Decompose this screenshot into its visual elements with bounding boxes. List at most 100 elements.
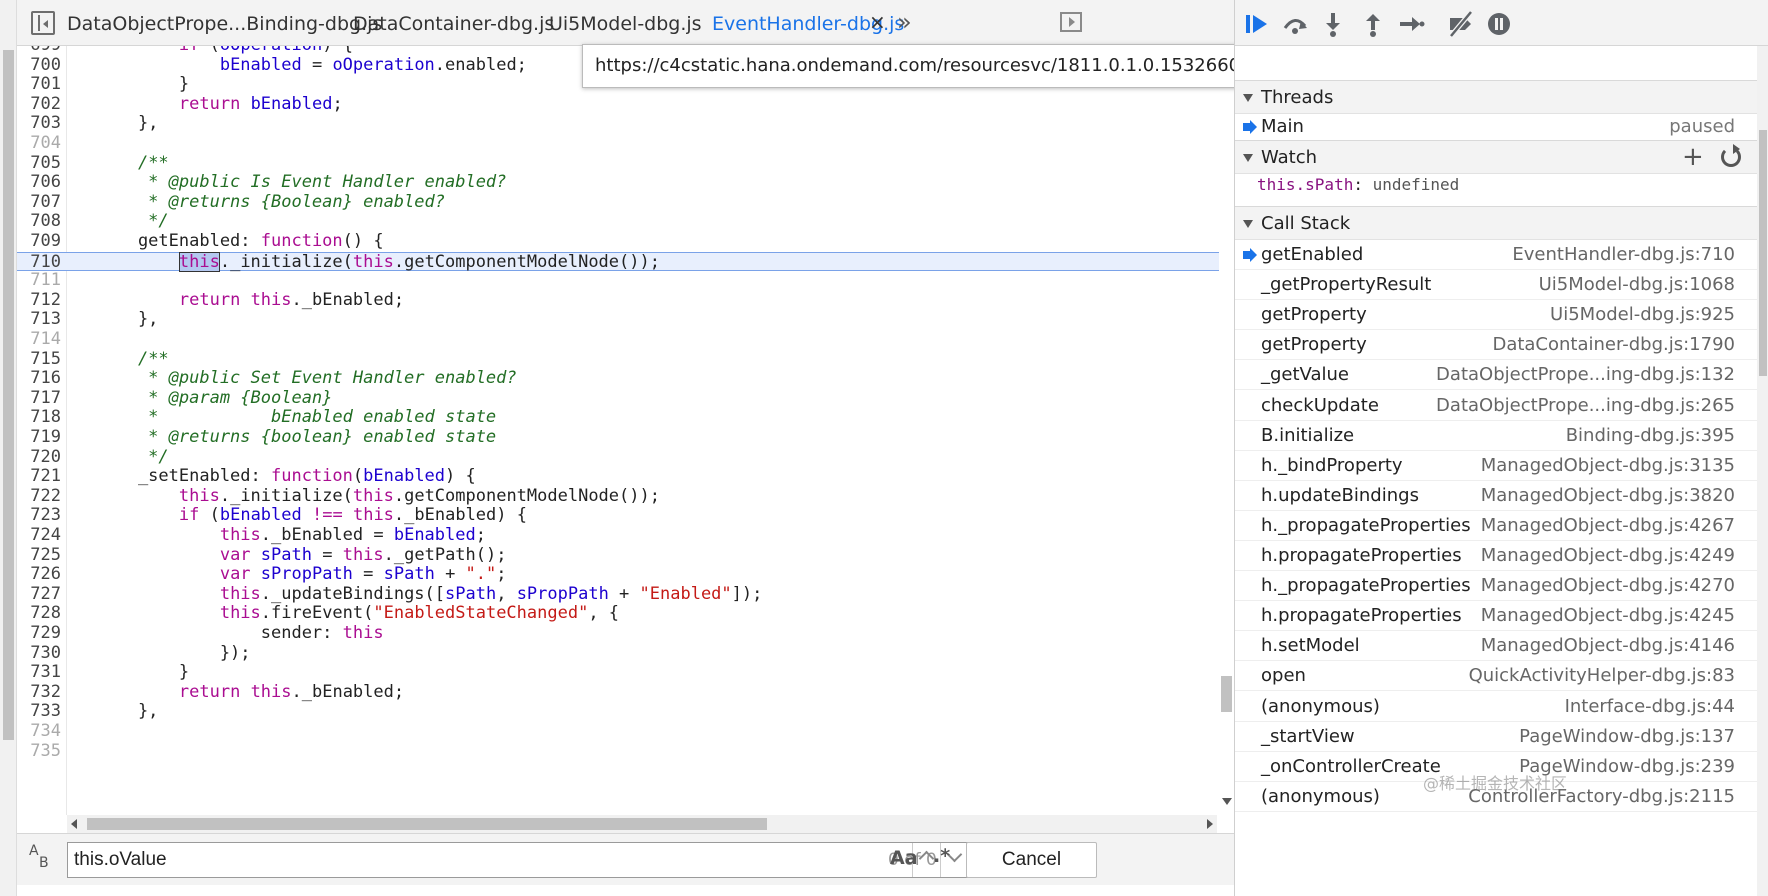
thread-row-main[interactable]: Main paused (1235, 112, 1757, 142)
scroll-left-arrow-icon[interactable] (71, 819, 77, 829)
line-number[interactable]: 703 (17, 114, 61, 134)
line-number[interactable]: 706 (17, 173, 61, 193)
call-frame[interactable]: h._propagateProperties ManagedObject-dbg.… (1235, 511, 1757, 541)
call-frame-location[interactable]: PageWindow-dbg.js:137 (1519, 722, 1735, 752)
step-icon[interactable] (1397, 10, 1425, 38)
code-line[interactable]: 724 this._bEnabled = bEnabled; (17, 525, 1234, 546)
toggle-debugger-sidebar-icon[interactable] (1060, 12, 1082, 32)
line-number[interactable]: 719 (17, 427, 61, 448)
call-frame[interactable]: h.setModel ManagedObject-dbg.js:4146 (1235, 631, 1757, 662)
call-frame-location[interactable]: Ui5Model-dbg.js:1068 (1539, 270, 1735, 300)
code-line[interactable]: 707 * @returns {Boolean} enabled? (17, 192, 1234, 213)
code-line[interactable]: 720 */ (17, 447, 1234, 468)
line-number[interactable]: 730 (17, 643, 61, 664)
line-number[interactable]: 728 (17, 604, 61, 624)
step-over-icon[interactable] (1281, 10, 1309, 38)
code-line[interactable]: 727 this._updateBindings([sPath, sPropPa… (17, 584, 1234, 605)
code-line[interactable]: 715 /** (17, 349, 1234, 370)
code-line[interactable]: 721 _setEnabled: function(bEnabled) { (17, 466, 1234, 487)
line-number[interactable]: 732 (17, 682, 61, 703)
call-frame[interactable]: (anonymous) Interface-dbg.js:44 (1235, 692, 1757, 722)
code-line[interactable]: 703 }, (17, 114, 1234, 134)
line-number[interactable]: 729 (17, 623, 61, 644)
call-frame-location[interactable]: DataObjectPrope...ing-dbg.js:132 (1436, 360, 1735, 390)
code-line[interactable]: 714 (17, 329, 1234, 350)
call-frame-location[interactable]: Ui5Model-dbg.js:925 (1550, 300, 1735, 330)
line-number[interactable]: 727 (17, 584, 61, 605)
line-number[interactable]: 702 (17, 94, 61, 115)
code-line[interactable]: 710 this._initialize(this.getComponentMo… (17, 251, 1234, 272)
line-number[interactable]: 715 (17, 349, 61, 370)
call-frame-location[interactable]: ManagedObject-dbg.js:4267 (1481, 511, 1735, 541)
match-case-button[interactable]: Aa (890, 847, 918, 869)
call-frame[interactable]: h.propagateProperties ManagedObject-dbg.j… (1235, 541, 1757, 571)
call-frame-location[interactable]: ManagedObject-dbg.js:3820 (1481, 481, 1735, 511)
watch-expression[interactable]: this.sPath: undefined (1257, 174, 1459, 196)
watch-pane-header[interactable]: Watch + (1235, 140, 1757, 174)
line-number[interactable]: 731 (17, 663, 61, 683)
line-number[interactable]: 713 (17, 310, 61, 330)
code-line[interactable]: 733 }, (17, 702, 1234, 722)
outer-scrollbar-thumb[interactable] (3, 50, 14, 740)
call-frame-location[interactable]: EventHandler-dbg.js:710 (1512, 240, 1735, 270)
line-number[interactable]: 708 (17, 212, 61, 232)
call-frame[interactable]: getProperty Ui5Model-dbg.js:925 (1235, 300, 1757, 331)
code-line[interactable]: 708 */ (17, 212, 1234, 232)
line-number[interactable]: 709 (17, 231, 61, 252)
cancel-search-button[interactable]: Cancel (966, 842, 1097, 878)
editor-vertical-scrollbar-thumb[interactable] (1221, 676, 1232, 712)
regex-button[interactable]: .* (933, 845, 950, 867)
code-line[interactable]: 704 (17, 133, 1234, 154)
editor-horizontal-scrollbar[interactable] (67, 815, 1217, 833)
call-frame-location[interactable]: ManagedObject-dbg.js:4245 (1481, 601, 1735, 631)
sidebar-scrollbar-thumb[interactable] (1759, 130, 1767, 376)
call-frame-location[interactable]: DataObjectPrope...ing-dbg.js:265 (1436, 391, 1735, 421)
scroll-right-arrow-icon[interactable] (1207, 819, 1213, 829)
threads-pane-header[interactable]: Threads (1235, 80, 1757, 114)
call-frame[interactable]: _getPropertyResult Ui5Model-dbg.js:1068 (1235, 270, 1757, 301)
call-frame[interactable]: h.propagateProperties ManagedObject-dbg.j… (1235, 601, 1757, 632)
call-frame[interactable]: B.initialize Binding-dbg.js:395 (1235, 421, 1757, 451)
call-frame-location[interactable]: Binding-dbg.js:395 (1566, 421, 1735, 451)
line-number[interactable]: 733 (17, 702, 61, 722)
code-line[interactable]: 732 return this._bEnabled; (17, 682, 1234, 703)
code-line[interactable]: 712 return this._bEnabled; (17, 290, 1234, 311)
call-frame[interactable]: h._propagateProperties ManagedObject-dbg.… (1235, 571, 1757, 602)
call-frame-location[interactable]: ManagedObject-dbg.js:4270 (1481, 571, 1735, 601)
code-line[interactable]: 705 /** (17, 153, 1234, 174)
deactivate-breakpoints-icon[interactable] (1447, 10, 1475, 38)
line-number[interactable]: 723 (17, 506, 61, 526)
line-number[interactable]: 707 (17, 192, 61, 213)
line-number[interactable]: 720 (17, 447, 61, 468)
line-number[interactable]: 726 (17, 565, 61, 585)
tab-dataobjectpropertybinding[interactable]: DataObjectPrope...Binding-dbg.js (67, 0, 382, 46)
call-frame[interactable]: h.updateBindings ManagedObject-dbg.js:382… (1235, 481, 1757, 511)
step-out-icon[interactable] (1359, 10, 1387, 38)
close-tab-icon[interactable]: × (869, 12, 886, 32)
code-line[interactable]: 706 * @public Is Event Handler enabled? (17, 172, 1234, 193)
code-line[interactable]: 713 }, (17, 310, 1234, 330)
code-line[interactable]: 734 (17, 721, 1234, 742)
add-watch-icon[interactable]: + (1682, 141, 1704, 173)
call-frame[interactable]: checkUpdate DataObjectPrope...ing-dbg.js:… (1235, 391, 1757, 421)
step-into-icon[interactable] (1319, 10, 1347, 38)
line-number[interactable]: 717 (17, 388, 61, 409)
line-number[interactable]: 722 (17, 486, 61, 507)
more-tabs-icon[interactable]: » (897, 10, 912, 34)
line-number[interactable]: 704 (17, 133, 61, 154)
sidebar-scrollbar[interactable] (1757, 46, 1768, 896)
line-number[interactable]: 700 (17, 55, 61, 76)
call-frame[interactable]: _getValue DataObjectPrope...ing-dbg.js:13… (1235, 360, 1757, 391)
call-frame-location[interactable]: DataContainer-dbg.js:1790 (1492, 330, 1735, 360)
code-line[interactable]: 722 this._initialize(this.getComponentMo… (17, 486, 1234, 507)
code-line[interactable]: 725 var sPath = this._getPath(); (17, 545, 1234, 566)
call-frame-location[interactable]: QuickActivityHelper-dbg.js:83 (1469, 661, 1735, 691)
line-number[interactable]: 714 (17, 329, 61, 350)
outer-scrollbar[interactable] (0, 0, 17, 896)
code-line[interactable]: 723 if (bEnabled !== this._bEnabled) { (17, 506, 1234, 526)
line-number[interactable]: 724 (17, 525, 61, 546)
scroll-down-arrow-icon[interactable] (1222, 798, 1232, 805)
line-number[interactable]: 701 (17, 75, 61, 95)
editor-horizontal-scrollbar-thumb[interactable] (87, 818, 767, 830)
code-line[interactable]: 702 return bEnabled; (17, 94, 1234, 115)
